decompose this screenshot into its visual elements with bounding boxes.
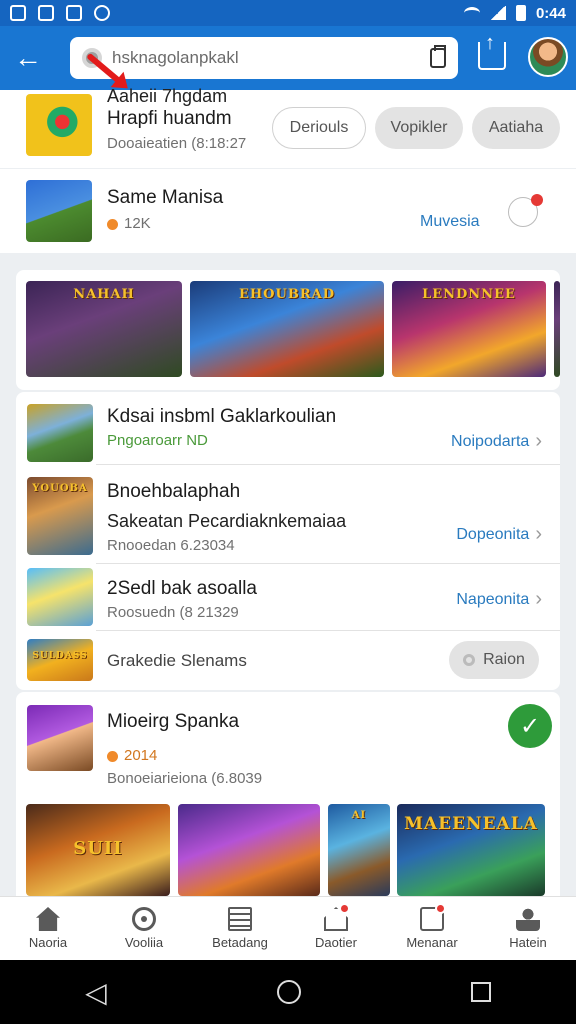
item-subtitle: Dooaieatien (8:18:27	[107, 135, 247, 152]
nav-item-menanar[interactable]: Menanar	[384, 897, 480, 960]
clock: 0:44	[535, 4, 566, 22]
system-recents-icon[interactable]	[470, 982, 491, 1002]
game-thumbnail	[26, 94, 92, 156]
list-item-subtitle: Roosuedn (8 21329	[107, 604, 239, 621]
nav-item-vooliia[interactable]: Vooliia	[96, 897, 192, 960]
list-item-subtitle: Rnooedan 6.23034	[107, 537, 235, 554]
list-item[interactable]: 2Sedl bak asoalla Roosuedn (8 21329 Nape…	[16, 564, 560, 630]
notification-dot	[531, 194, 543, 206]
banner-tile[interactable]: NAHAH	[26, 281, 182, 377]
chevron-right-icon: ›	[535, 588, 542, 610]
clipboard-icon[interactable]	[430, 45, 446, 68]
profile-icon	[516, 907, 540, 931]
list-item-title: Bnoehbalaphah	[107, 481, 241, 502]
photo-notification-icon	[10, 5, 26, 21]
chevron-right-icon: ›	[535, 523, 542, 545]
image-notification-icon	[66, 5, 82, 21]
banner-tile[interactable]: SUII	[26, 804, 170, 896]
chip-deriouls[interactable]: Deriouls	[272, 107, 366, 149]
featured-rating: 2014	[107, 747, 157, 764]
featured-subtitle: Bonoeiarieiona (6.8039	[107, 770, 263, 787]
search-input[interactable]: hsknagolanpkakl	[112, 48, 430, 68]
list-item-action[interactable]: Napeonita ›	[456, 588, 542, 611]
list-item-title: Grakedie Slenams	[107, 651, 247, 670]
rating-value: 12K	[124, 215, 151, 232]
featured-card[interactable]: Mioeirg Spanka 2014 Bonoeiarieiona (6.80…	[16, 692, 560, 896]
list-item-action[interactable]: Dopeonita ›	[456, 523, 542, 546]
item-title-line1: Aaheii 7hgdam	[107, 86, 228, 106]
list-item[interactable]: Kdsai insbml Gaklarkoulian Pngoaroarr ND…	[16, 392, 560, 464]
game-thumbnail	[27, 705, 93, 771]
game-thumbnail: SULDASS	[27, 639, 93, 681]
notification-badge	[339, 903, 350, 914]
pin-icon[interactable]	[508, 194, 543, 227]
app-row-card[interactable]: Same Manisa 12K Muvesia	[0, 169, 576, 253]
game-thumbnail	[27, 568, 93, 626]
raion-button[interactable]: Raion	[449, 641, 539, 679]
signal-icon	[489, 6, 506, 20]
top-item-card[interactable]: Aaheii 7hgdam Hrapfi huandm Dooaieatien …	[0, 86, 576, 168]
nav-item-betadang[interactable]: Betadang	[192, 897, 288, 960]
list-item[interactable]: SULDASS Grakedie Slenams Raion	[16, 631, 560, 689]
game-thumbnail	[27, 404, 93, 462]
notification-badge	[435, 903, 446, 914]
item-title-line2: Hrapfi huandm	[107, 108, 232, 129]
banner-tile[interactable]: EHOUBRAD	[190, 281, 384, 377]
list-item-title: 2Sedl bak asoalla	[107, 578, 257, 599]
system-back-icon[interactable]: ◁	[85, 976, 107, 1009]
battery-icon	[515, 5, 526, 21]
banner-tile[interactable]: LENDNNEE	[392, 281, 546, 377]
blocked-notification-icon	[94, 5, 110, 21]
featured-title: Mioeirg Spanka	[107, 711, 240, 732]
rating-dot-icon	[107, 218, 118, 230]
list-item-subtitle: Pngoaroarr ND	[107, 432, 208, 449]
dollar-notification-icon	[38, 5, 54, 21]
system-navigation-bar: ◁	[0, 960, 576, 1024]
search-bar[interactable]: hsknagolanpkakl	[70, 37, 458, 79]
banner-tile[interactable]	[178, 804, 320, 896]
list-item-title: Kdsai insbml Gaklarkoulian	[107, 406, 337, 427]
wifi-icon	[463, 7, 480, 19]
status-bar: 0:44	[0, 0, 576, 26]
game-list: Kdsai insbml Gaklarkoulian Pngoaroarr ND…	[16, 392, 560, 690]
list-item-action[interactable]: Noipodarta ›	[451, 430, 542, 453]
list-icon	[228, 907, 252, 931]
rating-dot-icon	[107, 750, 118, 762]
game-thumbnail: YOUOBA	[27, 477, 93, 555]
game-thumbnail	[26, 180, 92, 242]
app-title: Same Manisa	[107, 187, 224, 208]
app-rating: 12K	[107, 215, 151, 232]
system-home-icon[interactable]	[276, 980, 301, 1004]
chip-aatiaha[interactable]: Aatiaha	[472, 107, 560, 149]
chevron-right-icon: ›	[535, 430, 542, 452]
list-item-title-secondary: Sakeatan Pecardiaknkemaiaa	[107, 511, 347, 531]
share-icon[interactable]	[478, 32, 506, 70]
app-action-link[interactable]: Muvesia	[420, 213, 480, 231]
nav-item-hatein[interactable]: Hatein	[480, 897, 576, 960]
nav-item-daotier[interactable]: Daotier	[288, 897, 384, 960]
avatar[interactable]	[528, 37, 568, 77]
radio-icon	[463, 654, 476, 666]
banner-tile[interactable]: AI	[328, 804, 390, 896]
nav-item-naoria[interactable]: Naoria	[0, 897, 96, 960]
banner-carousel[interactable]: NAHAH EHOUBRAD LENDNNEE	[16, 270, 560, 390]
home-icon	[36, 907, 60, 931]
list-item[interactable]: YOUOBA Bnoehbalaphah Sakeatan Pecardiakn…	[16, 465, 560, 563]
bottom-navigation: Naoria Vooliia Betadang Daotier Menanar …	[0, 896, 576, 960]
check-icon[interactable]: ✓	[508, 704, 552, 748]
back-arrow-icon[interactable]: ←	[0, 26, 56, 90]
discover-icon	[132, 907, 156, 931]
chip-vopikler[interactable]: Vopikler	[375, 107, 463, 149]
banner-tile-peek	[554, 281, 560, 377]
banner-tile[interactable]: MAEENEALA	[397, 804, 545, 896]
